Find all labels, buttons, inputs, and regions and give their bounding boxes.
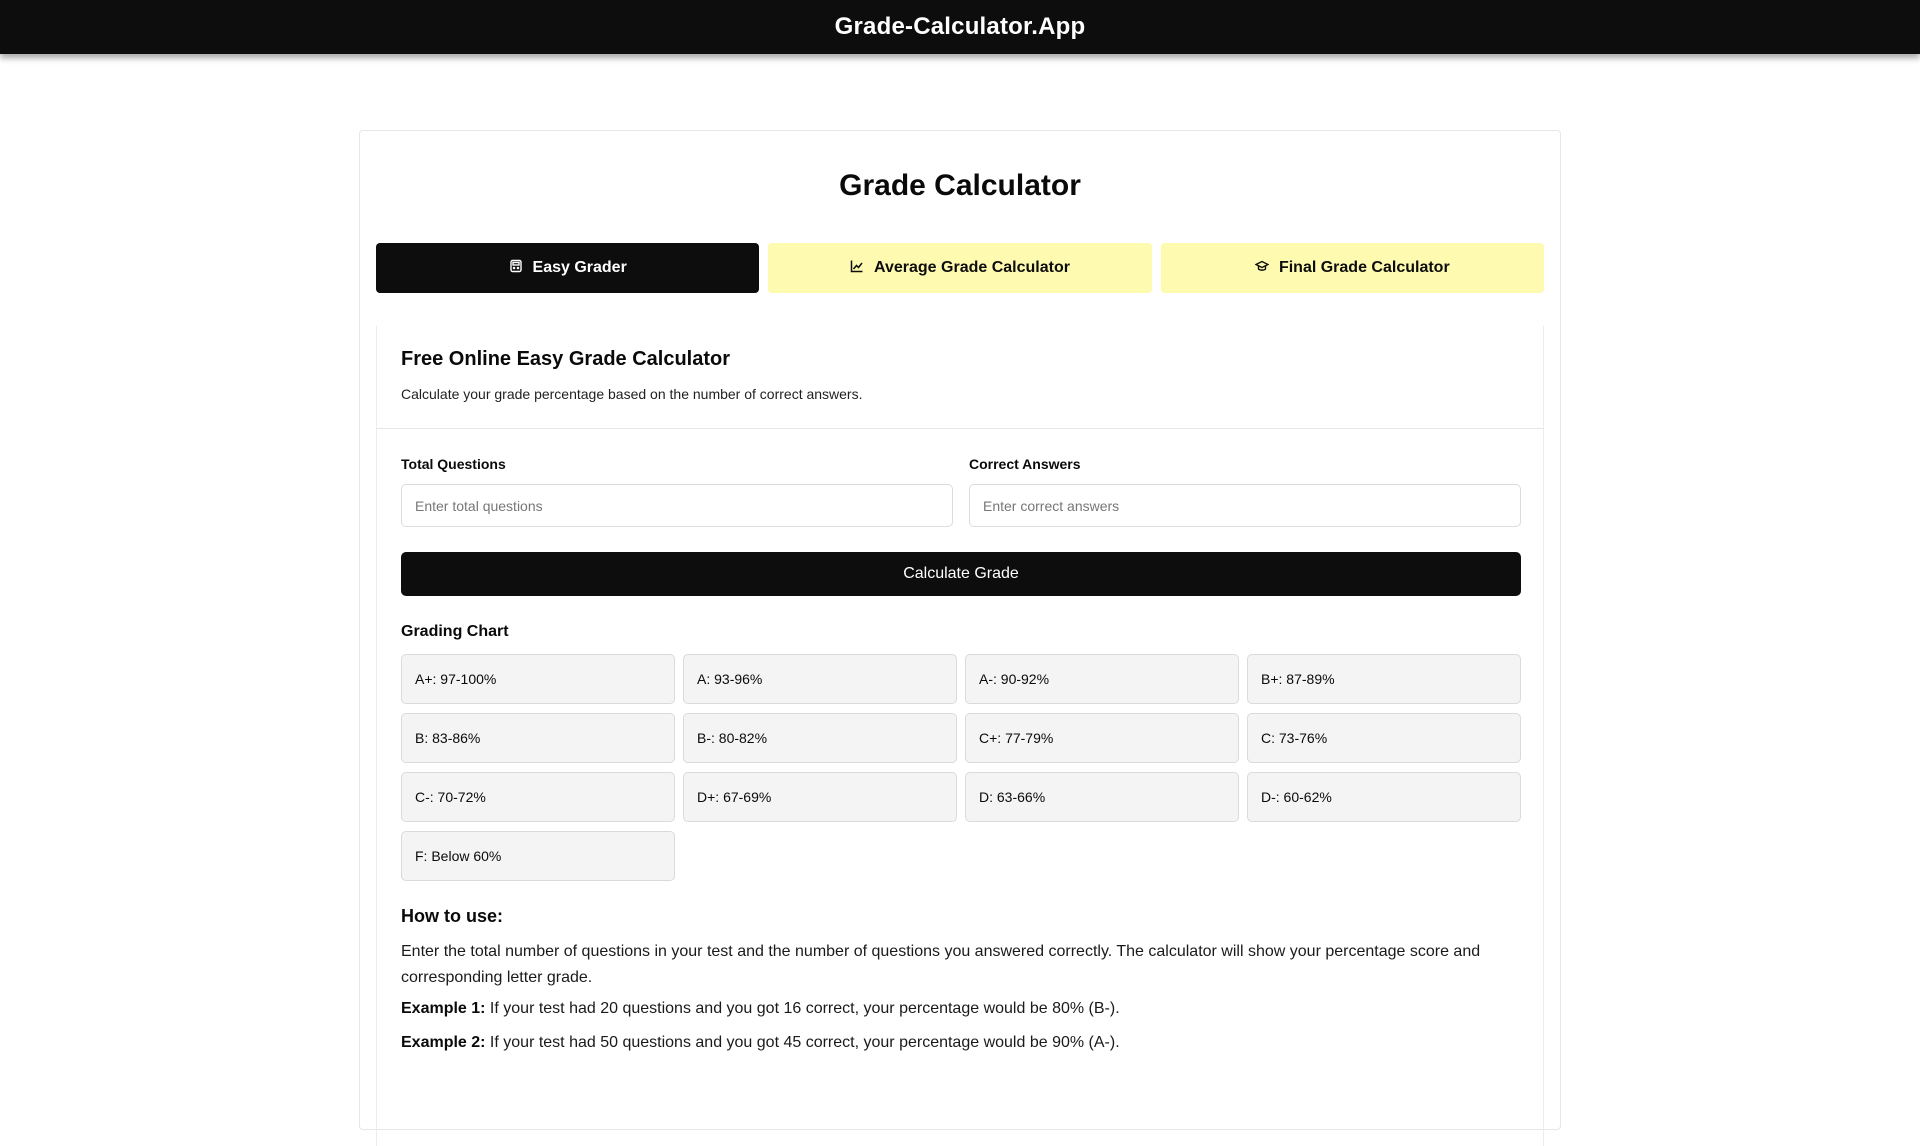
example-2-label: Example 2: [401,1034,486,1051]
grading-chart-title: Grading Chart [401,623,509,640]
section-subtitle: Calculate your grade percentage based on… [401,386,863,402]
grade-cell: D+: 67-69% [683,772,957,822]
panel-header: Free Online Easy Grade Calculator Calcul… [377,326,1543,429]
example-1-text: If your test had 20 questions and you go… [485,1000,1120,1017]
grade-cell: B+: 87-89% [1247,654,1521,704]
top-navbar: Grade-Calculator.App [0,0,1920,54]
grade-cell: A+: 97-100% [401,654,675,704]
tab-label: Easy Grader [532,259,627,276]
calculator-panel: Free Online Easy Grade Calculator Calcul… [376,326,1544,1146]
calculate-grade-button[interactable]: Calculate Grade [401,552,1521,596]
grade-cell: A: 93-96% [683,654,957,704]
total-questions-label: Total Questions [401,456,506,472]
main-card: Grade Calculator Easy Grader Average Gra… [359,130,1561,1146]
grade-cell: C-: 70-72% [401,772,675,822]
correct-answers-input[interactable] [969,484,1521,527]
how-to-use-title: How to use: [401,906,503,926]
example-2-text: If your test had 50 questions and you go… [485,1034,1120,1051]
grade-cell: A-: 90-92% [965,654,1239,704]
section-title: Free Online Easy Grade Calculator [401,348,731,370]
page-title: Grade Calculator [839,169,1081,202]
grade-cell: D-: 60-62% [1247,772,1521,822]
tab-label: Average Grade Calculator [874,259,1070,276]
tab-average-grade-calculator[interactable]: Average Grade Calculator [768,243,1152,293]
total-questions-input[interactable] [401,484,953,527]
grade-cell: B: 83-86% [401,713,675,763]
example-1: Example 1: If your test had 20 questions… [401,1000,1521,1018]
tab-final-grade-calculator[interactable]: Final Grade Calculator [1160,243,1544,293]
correct-answers-label: Correct Answers [969,456,1081,472]
grade-cell: C+: 77-79% [965,713,1239,763]
tab-easy-grader[interactable]: Easy Grader [376,243,760,293]
grading-chart-grid: A+: 97-100% A: 93-96% A-: 90-92% B+: 87-… [401,654,1521,881]
how-to-use-text: Enter the total number of questions in y… [401,943,1481,986]
site-brand[interactable]: Grade-Calculator.App [835,13,1086,41]
grade-cell: B-: 80-82% [683,713,957,763]
grade-cell: F: Below 60% [401,831,675,881]
chart-line-icon [850,259,864,278]
example-2: Example 2: If your test had 50 questions… [401,1034,1521,1052]
example-1-label: Example 1: [401,1000,486,1017]
calculator-tabs: Easy Grader Average Grade Calculator Fin… [376,243,1544,293]
calculator-icon [509,259,523,278]
grade-cell: D: 63-66% [965,772,1239,822]
grade-cell: C: 73-76% [1247,713,1521,763]
tab-label: Final Grade Calculator [1278,259,1450,276]
graduation-cap-icon [1254,259,1270,278]
